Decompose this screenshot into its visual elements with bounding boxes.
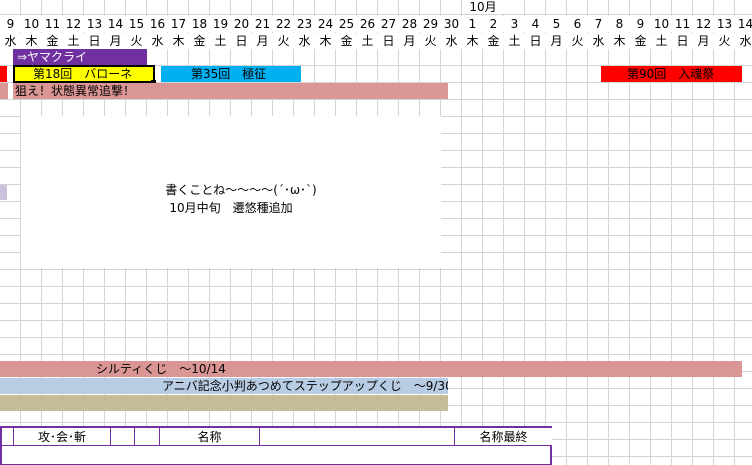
day-number-cell[interactable]: 12 [63,16,84,32]
day-number-cell[interactable]: 7 [588,16,609,32]
day-number-cell[interactable]: 11 [672,16,693,32]
weekday-cell[interactable]: 月 [399,33,420,49]
day-number-cell[interactable]: 9 [630,16,651,32]
weekday-cell[interactable]: 日 [378,33,399,49]
day-number-cell[interactable]: 4 [525,16,546,32]
day-number-cell[interactable]: 14 [735,16,752,32]
event-round-18-barone[interactable]: 第18回 バローネ [13,66,155,82]
day-number-cell[interactable]: 20 [231,16,252,32]
day-number-cell[interactable]: 12 [693,16,714,32]
weekday-cell[interactable]: 木 [21,33,42,49]
table-cell[interactable] [2,428,14,446]
day-number-cell[interactable]: 5 [546,16,567,32]
day-number-cell[interactable]: 21 [252,16,273,32]
weekday-cell[interactable]: 金 [189,33,210,49]
weekday-cell[interactable]: 金 [42,33,63,49]
weekday-cell[interactable]: 水 [588,33,609,49]
day-number-cell[interactable]: 2 [483,16,504,32]
weekday-cell[interactable]: 木 [315,33,336,49]
day-number-cell[interactable]: 19 [210,16,231,32]
day-number-cell[interactable]: 10 [21,16,42,32]
event-status-abnormal[interactable]: 狙え！状態異常追撃！ [13,83,448,99]
day-number-cell[interactable]: 26 [357,16,378,32]
table-header-name[interactable]: 名称 [160,428,260,446]
day-number-cell[interactable]: 6 [567,16,588,32]
weekday-cell[interactable]: 土 [504,33,525,49]
day-number-cell[interactable]: 30 [441,16,462,32]
day-number-cell[interactable]: 11 [42,16,63,32]
weekday-cell[interactable]: 木 [462,33,483,49]
weekday-cell[interactable]: 火 [273,33,294,49]
weekday-cell[interactable]: 金 [336,33,357,49]
weekday-cell[interactable]: 火 [714,33,735,49]
weekday-cell[interactable]: 水 [735,33,752,49]
day-number-cell[interactable]: 28 [399,16,420,32]
weekday-cell[interactable]: 金 [630,33,651,49]
weekday-cell[interactable]: 日 [231,33,252,49]
table-header-name-final[interactable]: 名称最終 [455,428,552,446]
day-number-cell[interactable]: 18 [189,16,210,32]
weekday-cell[interactable]: 日 [84,33,105,49]
weekday-cell[interactable]: 水 [0,33,21,49]
month-header: 10月 [462,0,504,14]
day-number-cell[interactable]: 23 [294,16,315,32]
day-number-cell[interactable]: 8 [609,16,630,32]
day-number-cell[interactable]: 22 [273,16,294,32]
day-number-cell[interactable]: 16 [147,16,168,32]
event-red-fragment[interactable] [0,66,7,82]
weekday-cell[interactable]: 水 [294,33,315,49]
day-number-cell[interactable]: 14 [105,16,126,32]
day-number-cell[interactable]: 9 [0,16,21,32]
event-round-90[interactable]: 第90回 入魂祭 [601,66,742,82]
event-anniversary-kuji[interactable]: アニバ記念小判あつめてステップアップくじ ～9/30 [0,378,448,394]
event-yamakurai[interactable]: ⇒ヤマクライ [13,49,147,65]
day-number-cell[interactable]: 29 [420,16,441,32]
note-textbox[interactable]: 書くことね～～～～(´･ω･`) 10月中旬 遷悠種追加 [21,116,441,268]
event-sirutei-kuji[interactable]: シルティくじ ～10/14 [0,361,742,377]
day-number-cell[interactable]: 13 [84,16,105,32]
day-number-cell[interactable]: 3 [504,16,525,32]
table-cell[interactable] [260,428,455,446]
weekday-cell[interactable]: 月 [546,33,567,49]
spreadsheet-grid[interactable]: 10月 9 10 11 12 13 14 15 16 17 18 19 20 21 22 23 24 25 26 2… [0,0,752,465]
day-number-cell[interactable]: 15 [126,16,147,32]
weekday-cell[interactable]: 月 [105,33,126,49]
day-number-cell[interactable]: 25 [336,16,357,32]
weekday-cell[interactable]: 月 [693,33,714,49]
weekday-cell[interactable]: 火 [420,33,441,49]
weapon-table: 攻･会･斬 名称 名称最終 [0,426,552,465]
note-line-2: 10月中旬 遷悠種追加 [169,201,293,215]
weekday-cell[interactable]: 水 [441,33,462,49]
note-line-1: 書くことね～～～～(´･ω･`) [165,183,317,197]
table-cell[interactable] [135,428,160,446]
table-cell[interactable] [111,428,135,446]
table-header-attack[interactable]: 攻･会･斬 [14,428,111,446]
day-number-cell[interactable]: 10 [651,16,672,32]
day-number-cell[interactable]: 17 [168,16,189,32]
event-round-35[interactable]: 第35回 極征 [161,66,301,82]
event-rose-fragment[interactable] [0,83,8,99]
weekday-cell[interactable]: 火 [126,33,147,49]
weekday-cell[interactable]: 土 [210,33,231,49]
weekday-cell[interactable]: 日 [672,33,693,49]
weekday-cell[interactable]: 土 [357,33,378,49]
weekday-cell[interactable]: 水 [147,33,168,49]
weekday-cell[interactable]: 土 [651,33,672,49]
day-number-cell[interactable]: 24 [315,16,336,32]
weekday-cell[interactable]: 金 [483,33,504,49]
weekday-cell[interactable]: 月 [252,33,273,49]
weekday-cell[interactable]: 木 [609,33,630,49]
day-number-cell[interactable]: 1 [462,16,483,32]
weekday-cell[interactable]: 土 [63,33,84,49]
weekday-cell[interactable]: 日 [525,33,546,49]
day-number-cell[interactable]: 13 [714,16,735,32]
lavender-cell[interactable] [0,185,7,200]
event-khaki-band[interactable] [0,395,448,411]
weekday-cell[interactable]: 木 [168,33,189,49]
day-number-cell[interactable]: 27 [378,16,399,32]
weekday-cell[interactable]: 火 [567,33,588,49]
